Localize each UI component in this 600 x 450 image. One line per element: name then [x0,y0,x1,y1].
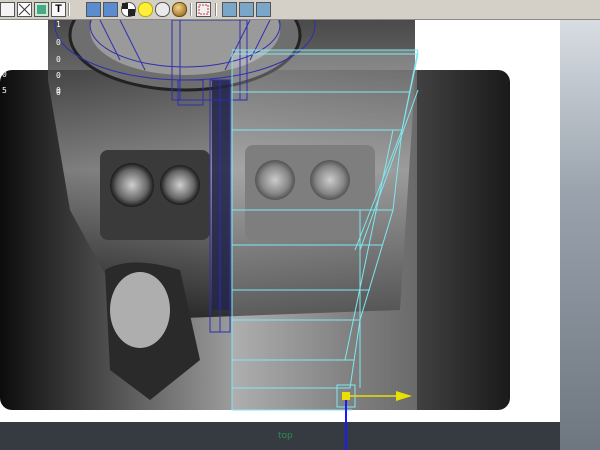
wireframe-icon[interactable] [17,2,32,17]
toolbar-separator [215,3,217,16]
manipulator-center[interactable] [342,392,350,400]
column-number: 0 [56,88,61,97]
x-axis-arrow[interactable] [396,391,412,401]
camera-alt-icon[interactable] [103,2,118,17]
modeling-viewport[interactable]: 1 0 0 0 0 0 0 5 top [0,20,600,450]
column-number: 0 [56,71,61,80]
light-icon[interactable] [138,2,153,17]
toolbar-separator [68,3,70,16]
side-number: 0 [2,70,7,79]
camera-icon[interactable] [86,2,101,17]
share-icon[interactable] [256,2,271,17]
isolate-icon[interactable] [196,2,211,17]
stats-icon[interactable] [239,2,254,17]
camera-view-label: top [278,431,293,441]
toolbar-separator [190,3,192,16]
side-number: 5 [2,86,7,95]
shade-ball-icon[interactable] [155,2,170,17]
viewport-toolbar: T [0,0,600,20]
cylinder-wire [54,20,316,333]
viewport-gradient-edge [560,20,600,450]
column-number: 1 [56,20,61,29]
checker-icon[interactable] [121,2,136,17]
profile-wire [231,49,419,411]
wireframe-overlay [54,20,419,450]
grid-icon[interactable] [222,2,237,17]
column-number: 0 [56,55,61,64]
column-number: 0 [56,38,61,47]
shade-ball-icon[interactable] [172,2,187,17]
text-icon[interactable]: T [51,2,66,17]
smooth-shade-icon[interactable] [34,2,49,17]
select-icon[interactable] [0,2,15,17]
